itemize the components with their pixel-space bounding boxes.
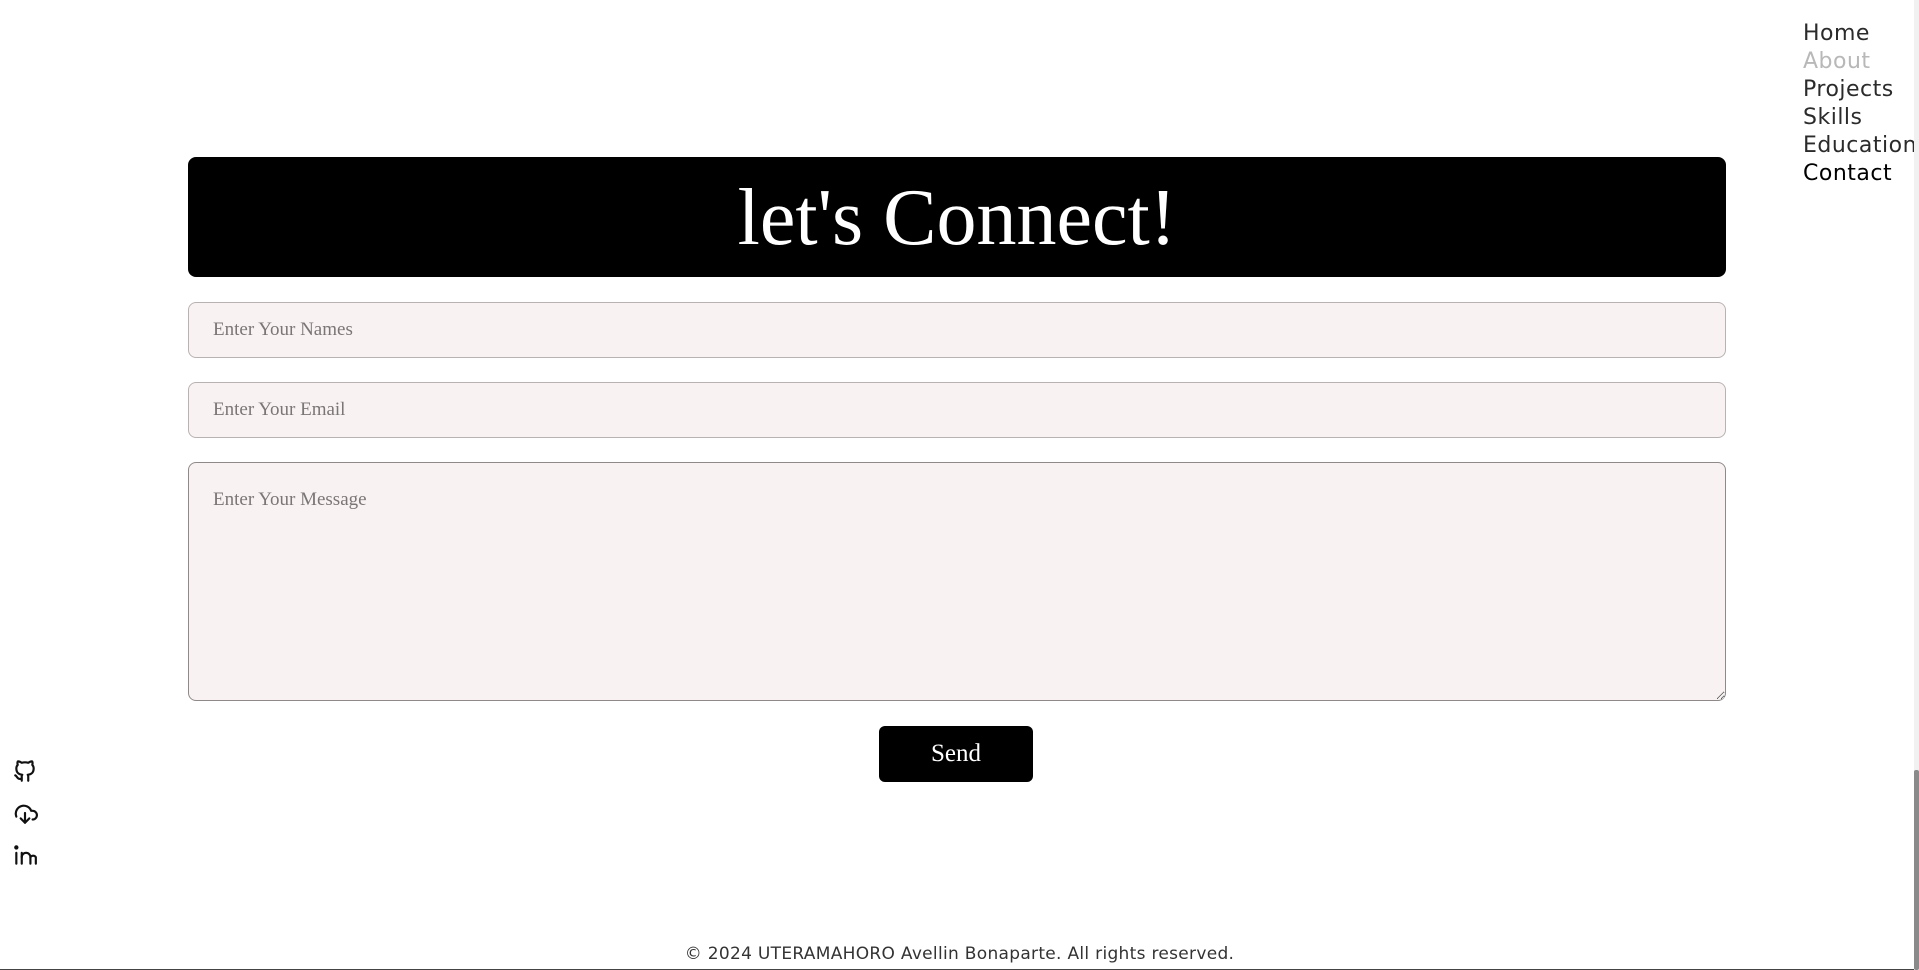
social-links	[12, 758, 38, 870]
github-link[interactable]	[12, 758, 38, 786]
nav-item-education[interactable]: Education	[1803, 132, 1917, 160]
github-icon	[14, 760, 35, 782]
footer-copyright: © 2024 UTERAMAHORO Avellin Bonaparte. Al…	[684, 944, 1235, 964]
nav-item-skills[interactable]: Skills	[1803, 104, 1917, 132]
cloud-download-icon	[14, 804, 38, 824]
message-textarea[interactable]	[188, 462, 1726, 701]
nav-item-projects[interactable]: Projects	[1803, 76, 1917, 104]
contact-banner: let's Connect!	[188, 157, 1726, 277]
name-input[interactable]	[188, 302, 1726, 358]
send-button[interactable]: Send	[879, 726, 1033, 782]
linkedin-icon	[14, 845, 37, 865]
email-input[interactable]	[188, 382, 1726, 438]
nav-item-contact[interactable]: Contact	[1803, 160, 1917, 188]
page-scrollbar[interactable]	[1914, 0, 1919, 970]
scrollbar-thumb[interactable]	[1914, 770, 1919, 970]
nav-item-about[interactable]: About	[1803, 48, 1917, 76]
linkedin-link[interactable]	[12, 842, 38, 870]
page-title: let's Connect!	[737, 174, 1177, 262]
nav-item-home[interactable]: Home	[1803, 20, 1917, 48]
resume-download-link[interactable]	[12, 800, 38, 828]
main-nav: Home About Projects Skills Education Con…	[1803, 20, 1917, 188]
